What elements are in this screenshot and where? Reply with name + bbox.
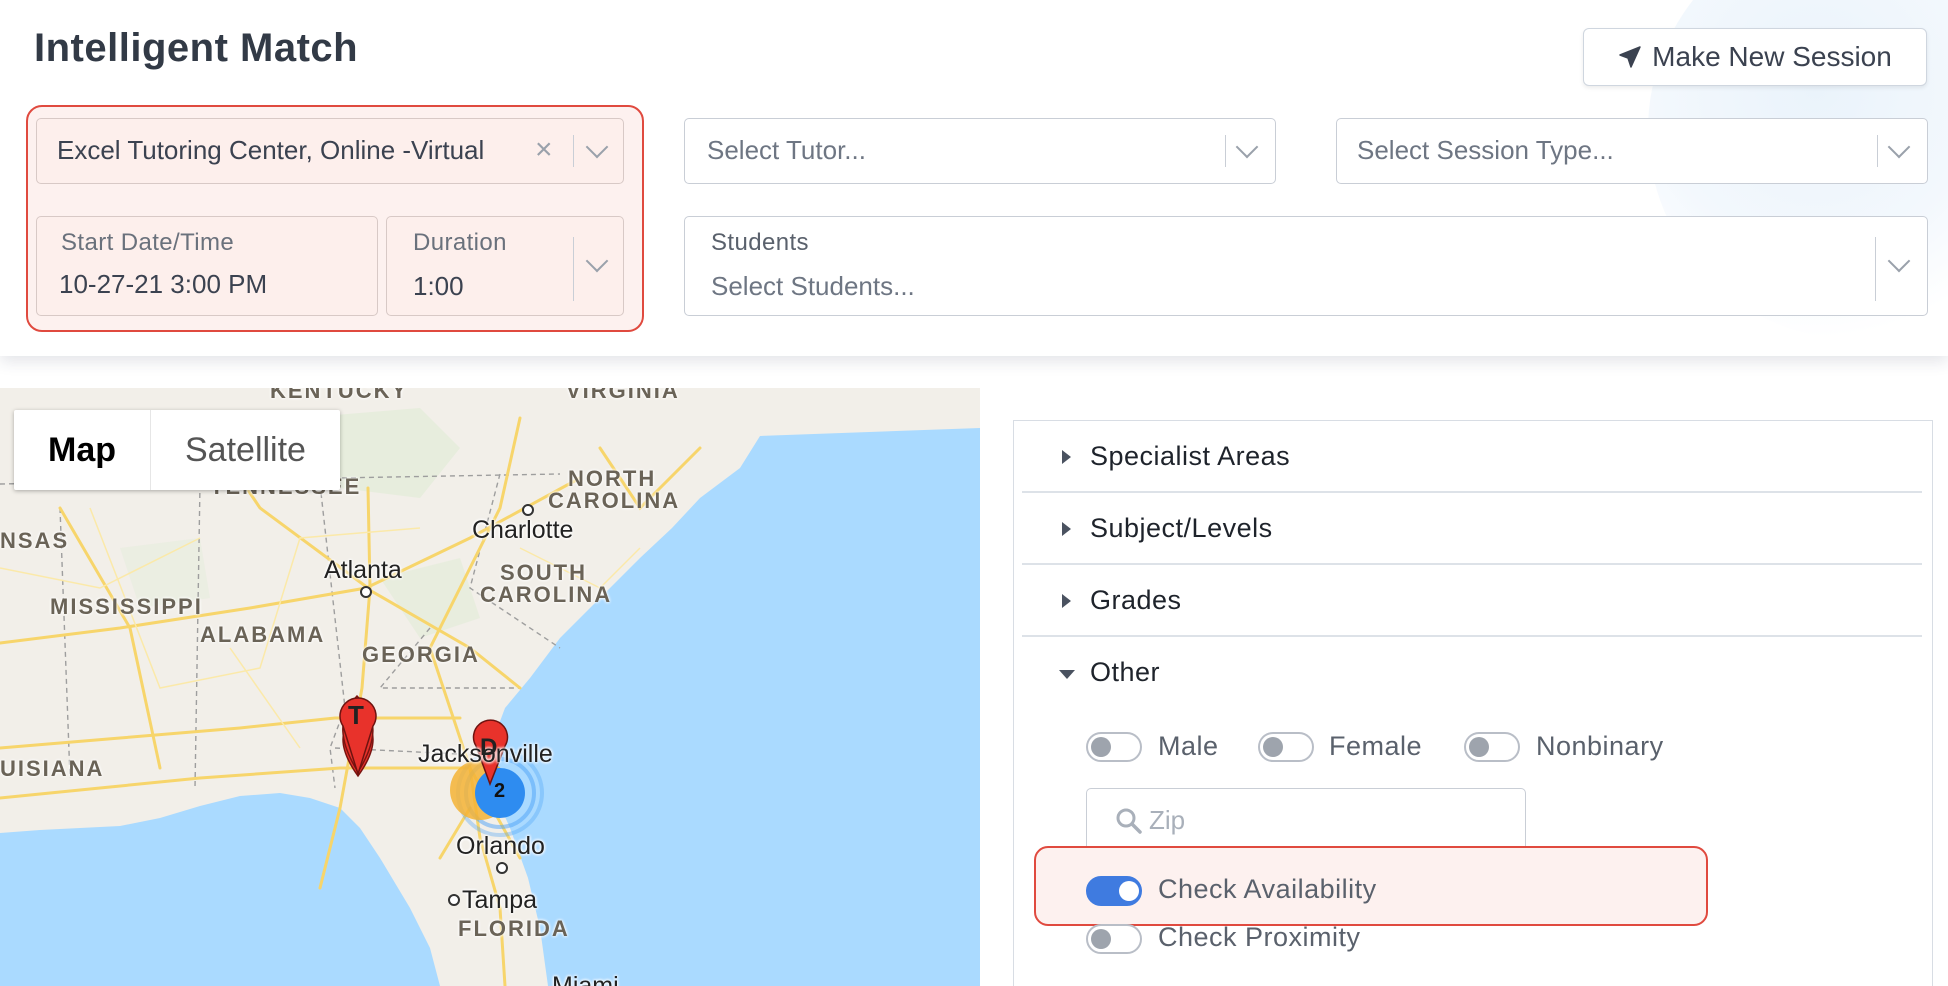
accordion-label: Grades: [1090, 585, 1182, 615]
caret-right-icon: [1062, 450, 1071, 464]
select-separator: [1225, 135, 1226, 167]
students-placeholder: Select Students...: [711, 271, 915, 301]
make-new-session-label: Make New Session: [1652, 41, 1892, 72]
map-label-north-carolina-line2: CAROLINA: [548, 488, 681, 513]
accordion-specialist-areas[interactable]: Specialist Areas: [1022, 421, 1922, 493]
session-type-placeholder: Select Session Type...: [1357, 135, 1614, 165]
map-city-dot: [496, 862, 508, 874]
chevron-down-icon[interactable]: [585, 249, 609, 273]
make-new-session-button[interactable]: Make New Session: [1583, 28, 1927, 86]
toggle-knob: [1091, 737, 1111, 757]
search-icon: [1116, 808, 1142, 834]
tutor-select[interactable]: Select Tutor...: [684, 118, 1276, 184]
chevron-down-icon[interactable]: [1887, 135, 1911, 159]
map-type-satellite-button[interactable]: Satellite: [150, 410, 340, 490]
cluster-count-label: 2: [494, 780, 506, 802]
duration-label: Duration: [413, 229, 507, 256]
session-form-panel: Intelligent Match Make New Session Excel…: [0, 0, 1948, 356]
map-label-arkansas: NSAS: [0, 528, 70, 553]
paper-plane-icon: [1619, 46, 1641, 68]
chevron-down-icon[interactable]: [1887, 249, 1911, 273]
map-label-mississippi: MISSISSIPPI: [50, 594, 203, 619]
map-label-georgia: GEORGIA: [362, 642, 480, 667]
map-city-atlanta: Atlanta: [324, 556, 402, 584]
caret-down-icon: [1059, 670, 1075, 679]
select-separator: [1877, 135, 1878, 167]
start-datetime-field[interactable]: Start Date/Time 10-27-21 3:00 PM: [36, 216, 378, 316]
map-label-kentucky: KENTUCKY: [270, 388, 409, 403]
toggle-knob: [1263, 737, 1283, 757]
map-city-dot: [448, 894, 460, 906]
female-label: Female: [1329, 731, 1423, 761]
map-city-dot: [522, 504, 534, 516]
map-city-orlando: Orlando: [456, 832, 545, 860]
zip-input[interactable]: Zip: [1086, 788, 1526, 852]
accordion-label: Other: [1090, 657, 1161, 687]
map-type-control: Map Satellite: [14, 410, 340, 490]
check-proximity-toggle[interactable]: [1086, 924, 1142, 954]
students-label: Students: [711, 229, 809, 256]
caret-right-icon: [1062, 522, 1071, 536]
chevron-down-icon[interactable]: [585, 135, 609, 159]
toggle-knob: [1119, 881, 1139, 901]
chevron-down-icon[interactable]: [1235, 135, 1259, 159]
clear-icon[interactable]: ×: [535, 135, 553, 165]
check-availability-toggle[interactable]: [1086, 876, 1142, 906]
start-datetime-value: 10-27-21 3:00 PM: [59, 269, 268, 299]
session-type-select[interactable]: Select Session Type...: [1336, 118, 1928, 184]
select-separator: [1875, 237, 1876, 301]
accordion-subject-levels[interactable]: Subject/Levels: [1022, 493, 1922, 565]
accordion-grades[interactable]: Grades: [1022, 565, 1922, 637]
accordion-label: Specialist Areas: [1090, 441, 1291, 471]
select-separator: [573, 135, 574, 167]
nonbinary-toggle[interactable]: [1464, 732, 1520, 762]
tutor-marker-label: T: [348, 700, 364, 730]
location-value: Excel Tutoring Center, Online -Virtual: [57, 135, 485, 165]
caret-right-icon: [1062, 594, 1071, 608]
start-datetime-label: Start Date/Time: [61, 229, 235, 256]
destination-marker-label: D: [480, 734, 498, 761]
page-title: Intelligent Match: [34, 26, 359, 70]
map-label-virginia: VIRGINIA: [566, 388, 680, 403]
toggle-knob: [1469, 737, 1489, 757]
check-availability-label: Check Availability: [1158, 874, 1377, 904]
map-label-south-carolina-line2: CAROLINA: [480, 582, 613, 607]
duration-select[interactable]: Duration 1:00: [386, 216, 624, 316]
map-type-map-button[interactable]: Map: [14, 410, 150, 490]
tutor-placeholder: Select Tutor...: [707, 135, 866, 165]
check-proximity-label: Check Proximity: [1158, 922, 1361, 952]
nonbinary-label: Nonbinary: [1536, 731, 1664, 761]
students-select[interactable]: Students Select Students...: [684, 216, 1928, 316]
accordion-other[interactable]: Other: [1022, 637, 1922, 709]
map-city-tampa: Tampa: [462, 886, 538, 914]
map-label-florida: FLORIDA: [458, 916, 570, 941]
map-city-dot: [360, 586, 372, 598]
map-label-louisiana: UISIANA: [0, 756, 105, 781]
location-select[interactable]: Excel Tutoring Center, Online -Virtual ×: [36, 118, 624, 184]
select-separator: [573, 237, 574, 301]
male-toggle[interactable]: [1086, 732, 1142, 762]
female-toggle[interactable]: [1258, 732, 1314, 762]
map-view[interactable]: Map Satellite KENTUCKY VIRGINIA TENNESSE…: [0, 388, 980, 986]
map-city-miami: Miami: [552, 972, 619, 986]
zip-placeholder: Zip: [1149, 805, 1186, 835]
map-label-alabama: ALABAMA: [200, 622, 326, 647]
accordion-label: Subject/Levels: [1090, 513, 1273, 543]
map-city-charlotte: Charlotte: [472, 516, 574, 544]
male-label: Male: [1158, 731, 1219, 761]
toggle-knob: [1091, 929, 1111, 949]
duration-value: 1:00: [413, 271, 464, 301]
